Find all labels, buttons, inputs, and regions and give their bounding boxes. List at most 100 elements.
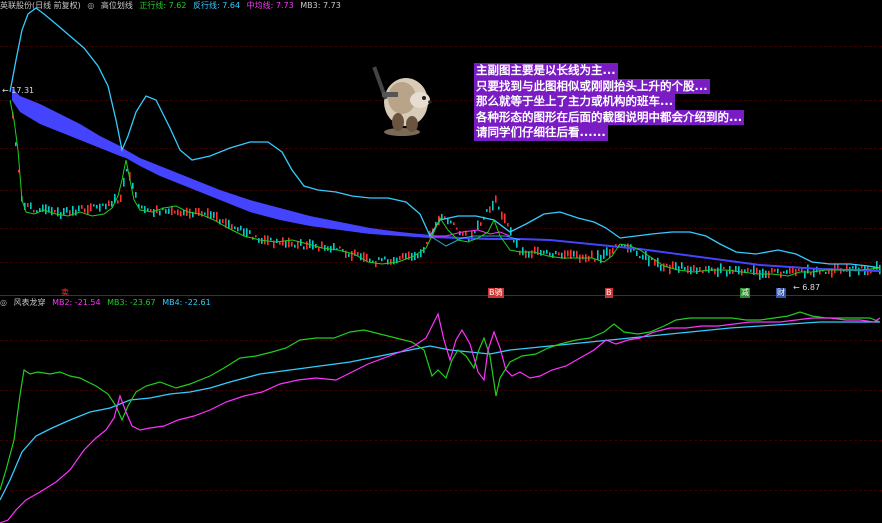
candle [54, 209, 56, 213]
candle [141, 205, 143, 209]
candle [339, 246, 341, 249]
candle [537, 246, 539, 256]
candle [405, 253, 407, 260]
candle [678, 266, 680, 273]
candle [165, 209, 167, 214]
candle [78, 205, 80, 212]
candle [861, 266, 863, 269]
note-line: 那么就等于坐上了主力或机构的班车... [474, 94, 676, 110]
note-line: 请同学们仔细往后看...... [474, 125, 608, 141]
note-line: 各种形态的图形在后面的截图说明中都会介绍到的... [474, 109, 745, 125]
candle [378, 257, 380, 260]
candle [420, 249, 422, 258]
candle [690, 266, 692, 275]
candle [150, 209, 152, 212]
candle [660, 264, 662, 271]
candle [546, 249, 548, 254]
candle [33, 209, 35, 213]
candle [774, 268, 776, 272]
candle [522, 247, 524, 256]
candle [120, 194, 122, 203]
candle [645, 251, 647, 261]
sub-mb4-line [0, 321, 880, 501]
candle [231, 224, 233, 230]
candle [825, 271, 827, 275]
candle [576, 250, 578, 258]
candle [294, 244, 296, 248]
candle [99, 203, 101, 212]
candle [477, 220, 479, 231]
signal-tag-finance[interactable]: 财 [776, 288, 786, 298]
candle [759, 269, 761, 280]
candle [582, 254, 584, 260]
candle [672, 261, 674, 269]
candle [87, 204, 89, 215]
candle [453, 222, 455, 226]
signal-tag-reduce[interactable]: 减 [740, 288, 750, 298]
candle [648, 256, 650, 267]
candle [267, 235, 269, 246]
candle [81, 204, 83, 209]
candle [390, 259, 392, 265]
signal-tag-buy[interactable]: B骑 [488, 288, 504, 298]
candle [720, 263, 722, 274]
candle [699, 266, 701, 272]
candle [786, 269, 788, 274]
candle [480, 222, 482, 226]
signal-tag-sell[interactable]: 卖 [60, 288, 70, 298]
candle [66, 207, 68, 213]
candle [234, 226, 236, 230]
candle [600, 254, 602, 264]
candle [591, 250, 593, 259]
candle [258, 238, 260, 243]
sub-mb2-line [0, 312, 881, 523]
candle [60, 212, 62, 219]
annotation-note: 主副图主要是以长线为主... 只要找到与此图相似或刚刚抬头上升的个股... 那么… [474, 63, 804, 141]
candle [15, 142, 17, 147]
candle [681, 262, 683, 269]
candle [426, 241, 428, 245]
candle [384, 256, 386, 260]
candle [183, 209, 185, 216]
candle [303, 246, 305, 250]
candle [501, 211, 503, 220]
candle [51, 207, 53, 216]
candle [663, 263, 665, 272]
candle [852, 266, 854, 269]
candle [717, 267, 719, 277]
candle [612, 247, 614, 254]
candle [393, 256, 395, 265]
candle [255, 235, 257, 238]
candle [198, 207, 200, 216]
candle [45, 204, 47, 215]
low-price-label: ← 6.87 [793, 283, 821, 292]
candle [486, 209, 488, 212]
candle [153, 209, 155, 217]
candle [30, 202, 32, 209]
candle [57, 207, 59, 217]
candle [540, 249, 542, 256]
candle [549, 252, 551, 256]
candle [795, 269, 797, 277]
candle [264, 235, 266, 245]
candle [519, 250, 521, 256]
candle [687, 265, 689, 274]
candle [123, 177, 125, 187]
candle [222, 219, 224, 224]
candle [177, 209, 179, 216]
candle [489, 206, 491, 213]
candle [261, 237, 263, 244]
candle [498, 206, 500, 210]
note-line: 主副图主要是以长线为主... [474, 63, 618, 79]
candle [75, 209, 77, 216]
candle [90, 203, 92, 212]
candle [201, 211, 203, 217]
candle [69, 210, 71, 216]
candle [639, 256, 641, 259]
signal-tag-b[interactable]: B [605, 288, 613, 298]
candle [492, 200, 494, 211]
candle [213, 212, 215, 219]
candle [348, 253, 350, 257]
candle [288, 237, 290, 248]
candle [879, 264, 881, 275]
